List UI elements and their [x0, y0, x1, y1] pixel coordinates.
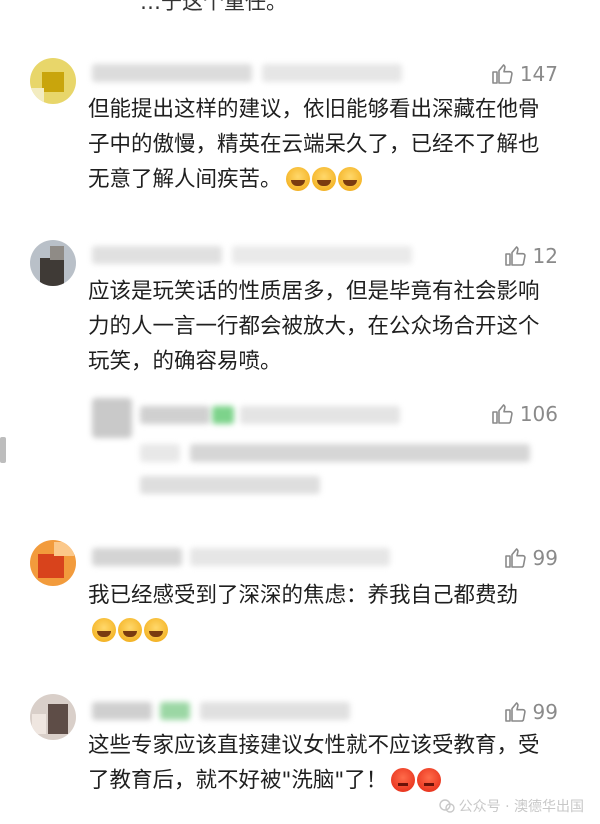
comment-text-blurred: [140, 444, 180, 462]
comment-text: 应该是玩笑话的性质居多，但是毕竟有社会影响力的人一言一行都会被放大，在公众场合开…: [88, 279, 540, 374]
like-count: 106: [519, 402, 558, 426]
thumbs-up-icon: [492, 404, 513, 424]
username-blurred[interactable]: [92, 548, 182, 566]
laugh-cry-emoji: [92, 618, 116, 642]
username-blurred[interactable]: [92, 246, 222, 264]
comment-text-blurred: [140, 476, 320, 494]
avatar[interactable]: [30, 58, 76, 104]
username-blurred-extra: [240, 406, 400, 424]
avatar[interactable]: [30, 694, 76, 740]
thumbs-up-icon: [504, 548, 526, 568]
watermark: 公众号 · 澳德华出国: [438, 796, 584, 816]
comment-text-blurred: [190, 444, 530, 462]
comment-text-wrap: 我已经感受到了深深的焦虑：养我自己都费劲: [88, 578, 558, 648]
laugh-cry-emoji: [311, 167, 336, 191]
angry-emoji: [391, 768, 416, 792]
like-button[interactable]: 99: [503, 700, 558, 724]
watermark-text: 公众号 · 澳德华出国: [458, 799, 584, 815]
username-blurred-extra: [200, 702, 350, 720]
username-blurred-extra: [232, 246, 412, 264]
badge-blurred: [160, 702, 190, 720]
angry-emoji: [417, 768, 442, 792]
wechat-official-account-icon: [438, 799, 455, 813]
thumbs-up-icon: [504, 702, 526, 722]
username-blurred[interactable]: [92, 64, 252, 82]
clipped-comment-text: …于这个重任。: [140, 0, 287, 14]
emoji-group: [391, 768, 442, 792]
like-count: 12: [532, 244, 558, 268]
username-blurred-extra: [190, 548, 390, 566]
laugh-cry-emoji: [337, 167, 362, 191]
thumbs-up-icon: [504, 246, 526, 266]
avatar[interactable]: [30, 240, 76, 286]
username-blurred[interactable]: [92, 702, 152, 720]
laugh-cry-emoji: [144, 618, 168, 642]
badge-blurred: [212, 406, 234, 424]
scroll-indicator[interactable]: [0, 437, 6, 463]
like-button[interactable]: 12: [503, 244, 558, 268]
avatar-blurred[interactable]: [92, 398, 132, 438]
username-blurred-extra: [262, 64, 402, 82]
avatar[interactable]: [30, 540, 76, 586]
comment-text-wrap: 但能提出这样的建议，依旧能够看出深藏在他骨子中的傲慢，精英在云端呆久了，已经不了…: [88, 92, 558, 197]
like-button[interactable]: 106: [490, 402, 558, 426]
like-button[interactable]: 147: [490, 62, 558, 86]
emoji-group: [285, 167, 362, 191]
comment-text: 我已经感受到了深深的焦虑：养我自己都费劲: [88, 583, 519, 608]
emoji-group: [92, 618, 168, 642]
laugh-cry-emoji: [285, 167, 310, 191]
thumbs-up-icon: [492, 64, 513, 84]
like-count: 99: [532, 546, 558, 570]
username-blurred: [140, 406, 210, 424]
comment-text-wrap: 这些专家应该直接建议女性就不应该受教育，受了教育后，就不好被"洗脑"了！: [88, 728, 558, 798]
laugh-cry-emoji: [118, 618, 142, 642]
like-button[interactable]: 99: [503, 546, 558, 570]
like-count: 147: [519, 62, 558, 86]
like-count: 99: [532, 700, 558, 724]
comment-text: 这些专家应该直接建议女性就不应该受教育，受了教育后，就不好被"洗脑"了！: [88, 733, 540, 793]
